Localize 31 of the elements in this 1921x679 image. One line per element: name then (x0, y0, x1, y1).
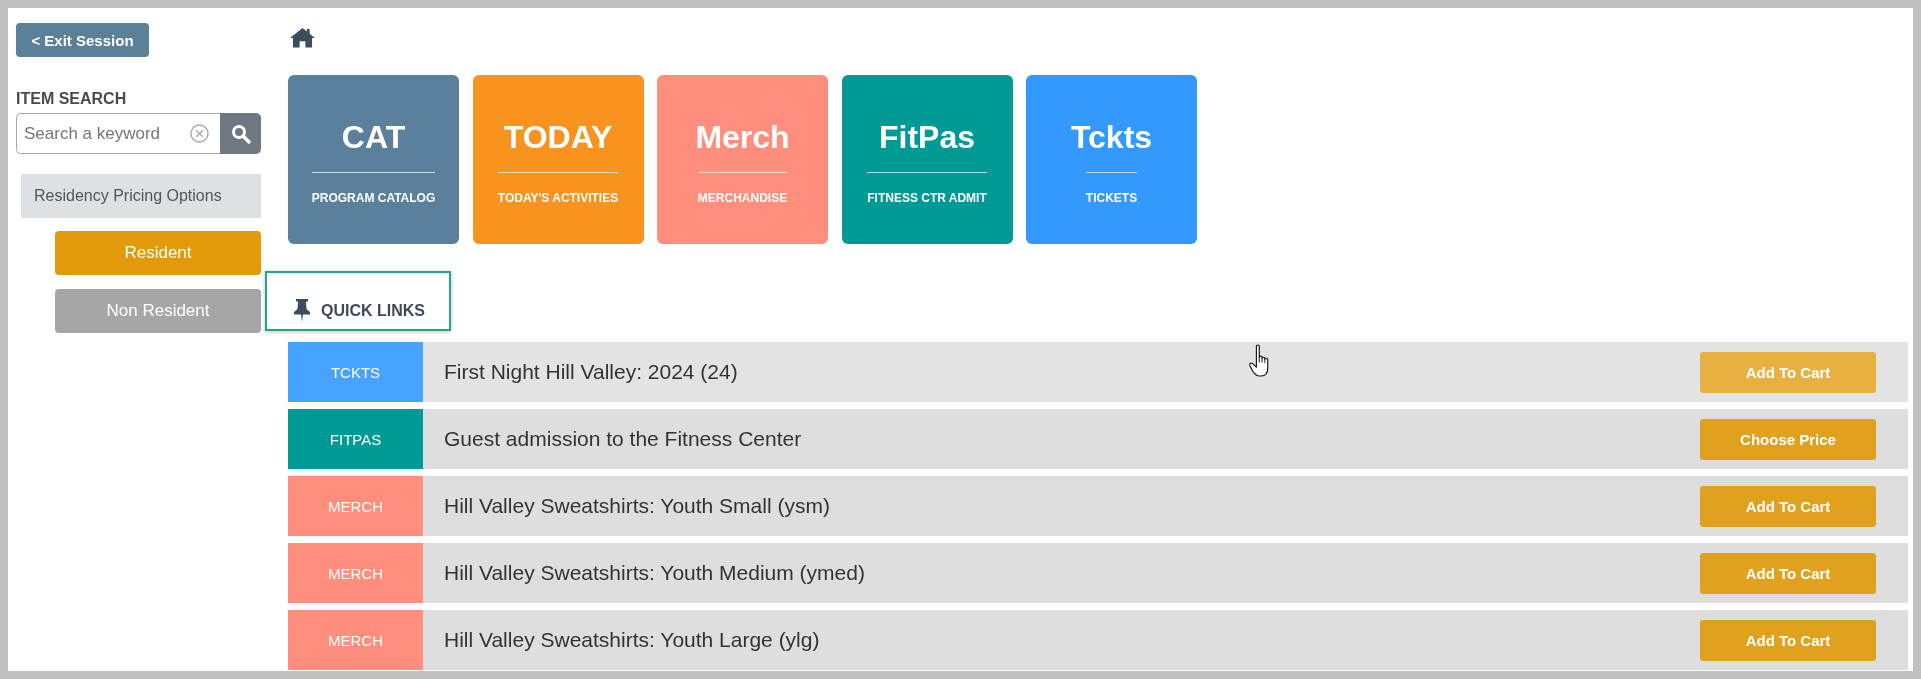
clear-icon[interactable] (190, 124, 209, 143)
category-tile[interactable]: Tckts TICKETS (1026, 75, 1197, 244)
category-tag: MERCH (288, 610, 423, 670)
item-title[interactable]: Guest admission to the Fitness Center (444, 427, 802, 451)
category-tag: FITPAS (288, 409, 423, 469)
category-tile[interactable]: CAT PROGRAM CATALOG (288, 75, 459, 244)
category-tile[interactable]: TODAY TODAY'S ACTIVITIES (472, 75, 644, 244)
item-title[interactable]: Hill Valley Sweatshirts: Youth Large (ylg) (444, 628, 820, 652)
home-icon[interactable] (289, 27, 316, 48)
item-title[interactable]: Hill Valley Sweatshirts: Youth Medium (ymed) (444, 561, 865, 585)
search-icon (230, 123, 251, 144)
exit-session-button[interactable]: < Exit Session (16, 23, 149, 57)
action-button[interactable]: Add To Cart (1700, 619, 1876, 661)
search-field[interactable]: Search a keyword (16, 113, 220, 154)
category-tag: MERCH (288, 476, 423, 536)
quick-links-title: QUICK LINKS (321, 301, 425, 321)
pricing-options-header: Residency Pricing Options (21, 174, 261, 218)
action-button[interactable]: Add To Cart (1700, 351, 1876, 393)
pricing-option-button[interactable]: Non Resident (55, 289, 261, 333)
category-tag: TCKTS (288, 342, 423, 402)
category-tile[interactable]: Merch MERCHANDISE (657, 75, 828, 244)
action-button[interactable]: Choose Price (1700, 418, 1876, 460)
item-search-label: ITEM SEARCH (16, 90, 127, 108)
item-title[interactable]: First Night Hill Valley: 2024 (24) (444, 360, 738, 384)
action-button[interactable]: Add To Cart (1700, 485, 1876, 527)
item-title[interactable]: Hill Valley Sweatshirts: Youth Small (ysm) (444, 494, 830, 518)
category-tile[interactable]: FitPas FITNESS CTR ADMIT (841, 75, 1013, 244)
pricing-option-button[interactable]: Resident (55, 231, 261, 275)
category-tag: MERCH (288, 543, 423, 603)
search-button[interactable] (220, 113, 261, 154)
action-button[interactable]: Add To Cart (1700, 552, 1876, 594)
